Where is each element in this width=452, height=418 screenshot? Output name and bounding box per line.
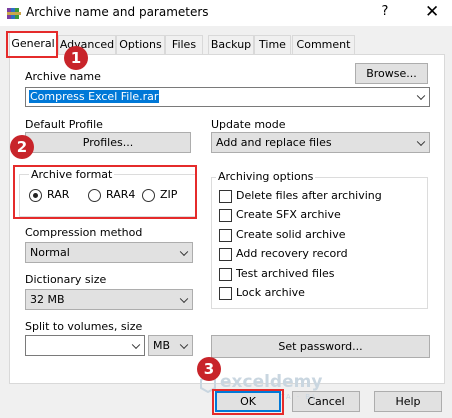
close-button[interactable]: ✕: [425, 2, 439, 22]
chevron-down-icon: [179, 294, 189, 303]
chevron-down-icon: [131, 340, 141, 349]
checkbox[interactable]: [219, 229, 232, 242]
checkbox[interactable]: [219, 190, 232, 203]
option-label: Add recovery record: [236, 247, 348, 260]
tab-options[interactable]: Options: [116, 35, 165, 54]
option-label: Delete files after archiving: [236, 189, 382, 202]
archiving-options-label: Archiving options: [216, 170, 316, 183]
annotation-badge-1: 1: [64, 46, 88, 70]
chevron-down-icon: [179, 247, 189, 256]
dictionary-size-value: 32 MB: [30, 293, 65, 306]
window-title: Archive name and parameters: [26, 5, 209, 19]
tab-files[interactable]: Files: [165, 35, 203, 54]
update-mode-dropdown[interactable]: Add and replace files: [211, 132, 430, 153]
dictionary-size-dropdown[interactable]: 32 MB: [25, 289, 193, 310]
option-test-archived[interactable]: Test archived files: [219, 267, 419, 282]
option-label: Create solid archive: [236, 228, 346, 241]
set-password-button[interactable]: Set password...: [211, 335, 430, 358]
annotation-badge-2: 2: [10, 135, 34, 159]
tab-comment[interactable]: Comment: [292, 35, 355, 54]
browse-button[interactable]: Browse...: [355, 63, 428, 84]
option-label: Lock archive: [236, 286, 305, 299]
chevron-down-icon: [179, 340, 189, 349]
help-button[interactable]: Help: [374, 391, 442, 412]
option-create-sfx[interactable]: Create SFX archive: [219, 208, 419, 223]
help-title-button[interactable]: ?: [379, 4, 391, 19]
update-mode-label: Update mode: [211, 118, 286, 131]
archive-format-highlight: [13, 165, 197, 219]
default-profile-label: Default Profile: [25, 118, 103, 131]
checkbox[interactable]: [219, 209, 232, 222]
option-create-solid[interactable]: Create solid archive: [219, 228, 419, 243]
option-recovery-record[interactable]: Add recovery record: [219, 247, 419, 262]
tab-backup[interactable]: Backup: [208, 35, 254, 54]
general-tab-highlight: [6, 31, 58, 58]
compression-method-label: Compression method: [25, 226, 143, 239]
checkbox[interactable]: [219, 287, 232, 300]
update-mode-value: Add and replace files: [216, 136, 332, 149]
archive-name-value: Compress Excel File.rar: [29, 90, 160, 103]
split-volumes-label: Split to volumes, size: [25, 320, 143, 333]
annotation-badge-3: 3: [197, 357, 221, 381]
checkbox[interactable]: [219, 268, 232, 281]
compression-method-dropdown[interactable]: Normal: [25, 242, 193, 263]
ok-button-highlight: [212, 389, 284, 415]
chevron-down-icon: [416, 137, 426, 146]
winrar-app-icon: [7, 8, 21, 19]
option-delete-files[interactable]: Delete files after archiving: [219, 189, 419, 204]
checkbox[interactable]: [219, 248, 232, 261]
option-label: Test archived files: [236, 267, 335, 280]
split-volumes-unit: MB: [153, 339, 171, 352]
option-label: Create SFX archive: [236, 208, 341, 221]
chevron-down-icon: [416, 91, 426, 101]
compression-method-value: Normal: [30, 246, 70, 259]
profiles-button[interactable]: Profiles...: [25, 132, 191, 153]
split-volumes-size-input[interactable]: [25, 335, 145, 356]
dictionary-size-label: Dictionary size: [25, 273, 107, 286]
archive-name-label: Archive name: [25, 70, 101, 83]
archive-name-combobox[interactable]: Compress Excel File.rar: [25, 87, 430, 107]
option-lock-archive[interactable]: Lock archive: [219, 286, 419, 301]
tab-time[interactable]: Time: [254, 35, 291, 54]
split-volumes-unit-dropdown[interactable]: MB: [148, 335, 193, 356]
